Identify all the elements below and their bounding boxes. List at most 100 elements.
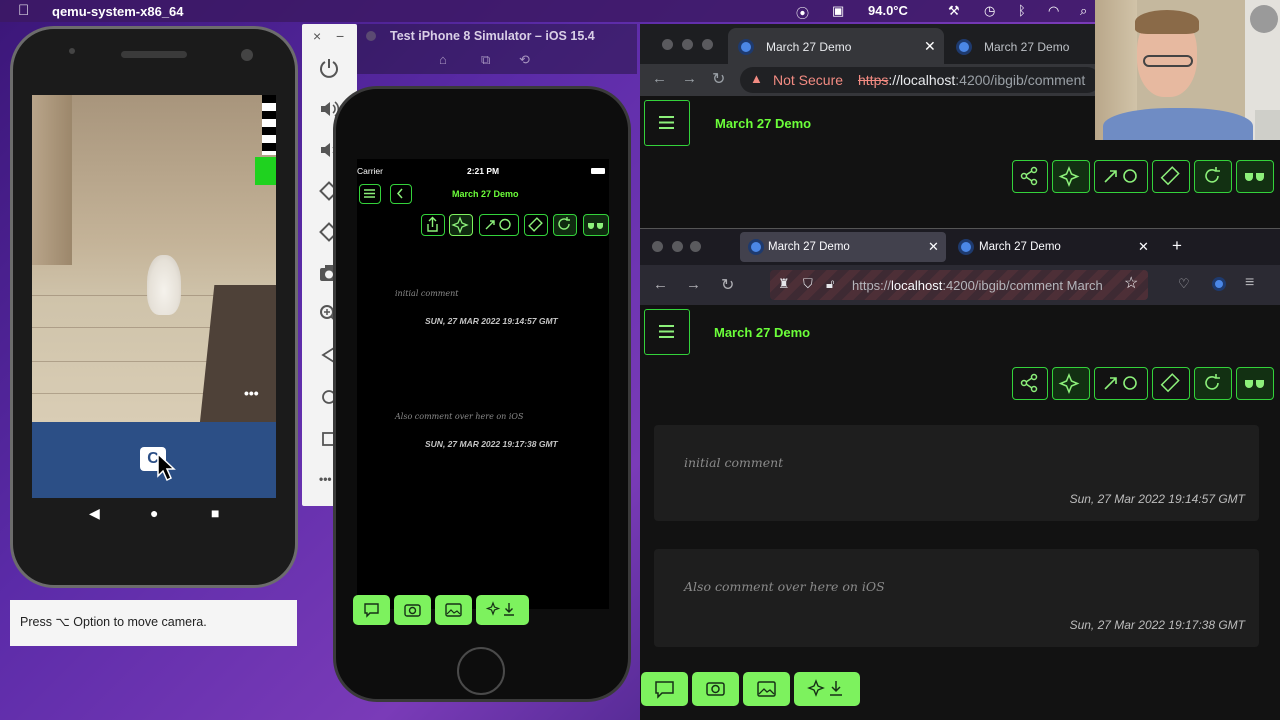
back-button[interactable] <box>390 184 412 204</box>
chrome-address-bar[interactable]: ▲ Not Secure https://localhost:4200/ibgi… <box>740 67 1100 93</box>
firefox-toolbar: ← → ↻ ♜ ⛉ 🔓︎ https://localhost:4200/ibgi… <box>640 265 1280 305</box>
app-title: March 27 Demo <box>714 325 811 340</box>
new-tab-icon[interactable]: + <box>1172 236 1182 256</box>
rug-image <box>199 285 276 425</box>
bluetooth-icon[interactable]: ᛒ <box>1018 3 1026 18</box>
reload-icon[interactable]: ↻ <box>712 69 725 89</box>
checker-pattern <box>262 95 276 155</box>
camera-hint-tooltip: Press ⌥ Option to move camera. <box>10 600 297 646</box>
refresh-button[interactable] <box>1194 367 1232 400</box>
refresh-button[interactable] <box>553 214 577 236</box>
emulator-close-button[interactable]: × <box>313 28 321 44</box>
back-nav-icon[interactable]: ◀ <box>89 505 100 522</box>
front-camera <box>241 49 253 61</box>
image-button[interactable] <box>743 672 790 706</box>
glasses-button[interactable] <box>1236 367 1274 400</box>
home-icon[interactable]: ⌂ <box>439 52 447 67</box>
green-marker <box>255 157 276 185</box>
pocket-icon[interactable]: ♡ <box>1178 276 1190 292</box>
import-button[interactable] <box>476 595 529 625</box>
image-button[interactable] <box>435 595 472 625</box>
firefox-tab[interactable]: March 27 Demo ✕ <box>950 232 1156 262</box>
favicon-icon <box>748 239 764 255</box>
comment-date: SUN, 27 MAR 2022 19:17:38 GMT <box>425 439 558 449</box>
rotate-icon[interactable]: ⟲ <box>519 52 530 68</box>
window-minimize-button[interactable] <box>672 241 683 252</box>
firefox-tab-active[interactable]: March 27 Demo ✕ <box>740 232 946 262</box>
status-icon-1[interactable]: ⦿ <box>796 3 809 22</box>
comment-date: SUN, 27 MAR 2022 19:14:57 GMT <box>425 316 558 326</box>
reload-icon[interactable]: ↻ <box>721 275 734 295</box>
sparkle-button[interactable] <box>449 214 473 236</box>
apple-menu-icon[interactable]:  <box>18 2 29 19</box>
add-comment-button[interactable] <box>641 672 688 706</box>
window-minimize-button[interactable] <box>682 39 693 50</box>
glasses-button[interactable] <box>583 214 609 236</box>
sparkle-button[interactable] <box>1052 160 1090 193</box>
back-arrow-icon[interactable]: ← <box>653 276 668 293</box>
window-close-button[interactable] <box>652 241 663 252</box>
tag-button[interactable] <box>524 214 548 236</box>
chrome-tab-active[interactable]: March 27 Demo ✕ <box>728 28 944 64</box>
app-title: March 27 Demo <box>452 189 519 199</box>
home-nav-icon[interactable]: ● <box>150 505 158 521</box>
firefox-window: March 27 Demo ✕ March 27 Demo ✕ + ← → ↻ … <box>640 228 1280 720</box>
comment-card[interactable]: initial comment Sun, 27 Mar 2022 19:14:5… <box>654 425 1259 521</box>
share-button[interactable] <box>1012 367 1048 400</box>
camera-button[interactable] <box>692 672 739 706</box>
sync-button[interactable] <box>1094 367 1148 400</box>
camera-preview-screen[interactable]: ••• C <box>32 95 276 498</box>
home-button[interactable] <box>457 647 505 695</box>
earpiece-speaker <box>121 51 187 58</box>
window-zoom-button[interactable] <box>690 241 701 252</box>
account-icon[interactable] <box>1212 277 1226 291</box>
tab-label: March 27 Demo <box>984 40 1070 54</box>
menu-button[interactable] <box>644 100 690 146</box>
sync-button[interactable] <box>479 214 519 236</box>
tab-label: March 27 Demo <box>766 40 852 54</box>
forward-arrow-icon[interactable]: → <box>682 70 697 87</box>
search-icon[interactable]: ⌕ <box>1080 3 1087 19</box>
power-icon[interactable] <box>318 57 340 79</box>
tag-button[interactable] <box>1152 160 1190 193</box>
back-arrow-icon[interactable]: ← <box>652 70 667 87</box>
window-close-button[interactable] <box>662 39 673 50</box>
menu-button[interactable] <box>644 309 690 355</box>
firefox-address-bar[interactable]: ♜ ⛉ 🔓︎ https://localhost:4200/ibgib/comm… <box>770 270 1148 300</box>
share-button[interactable] <box>1012 160 1048 193</box>
comment-card[interactable]: Also comment over here on iOS Sun, 27 Ma… <box>654 549 1259 647</box>
tools-icon[interactable]: ⚒ <box>948 3 960 19</box>
import-button[interactable] <box>794 672 860 706</box>
webcam-overlay <box>1095 0 1280 140</box>
hamburger-menu-icon[interactable]: ≡ <box>1245 274 1254 292</box>
forward-arrow-icon[interactable]: → <box>686 276 701 293</box>
tab-close-icon[interactable]: ✕ <box>928 239 939 255</box>
tab-close-icon[interactable]: ✕ <box>924 38 936 55</box>
sync-button[interactable] <box>1094 160 1148 193</box>
active-app-name[interactable]: qemu-system-x86_64 <box>52 4 184 19</box>
camera-button[interactable] <box>394 595 431 625</box>
add-comment-button[interactable] <box>353 595 390 625</box>
temperature-readout[interactable]: 94.0°C <box>868 3 908 18</box>
refresh-button[interactable] <box>1194 160 1232 193</box>
emulator-minimize-button[interactable]: − <box>336 28 344 44</box>
glasses-button[interactable] <box>1236 160 1274 193</box>
not-secure-label: Not Secure <box>773 72 844 88</box>
tab-label: March 27 Demo <box>768 241 850 253</box>
screen-icon[interactable]: ▣ <box>832 3 844 19</box>
recents-nav-icon[interactable]: ■ <box>211 505 219 521</box>
cat-image <box>147 255 181 315</box>
warning-icon: ▲ <box>750 71 763 86</box>
more-options-icon[interactable]: ••• <box>244 385 259 401</box>
bookmark-star-icon[interactable]: ☆ <box>1124 273 1138 293</box>
screenshot-icon[interactable]: ⧉ <box>481 52 490 68</box>
wifi-icon[interactable]: ◠ <box>1048 3 1059 19</box>
share-button[interactable] <box>421 214 445 236</box>
tag-button[interactable] <box>1152 367 1190 400</box>
tab-close-icon[interactable]: ✕ <box>1138 239 1149 255</box>
window-zoom-button[interactable] <box>702 39 713 50</box>
sparkle-button[interactable] <box>1052 367 1090 400</box>
menu-button[interactable] <box>359 184 381 204</box>
clock-icon[interactable]: ◷ <box>984 3 995 19</box>
extended-controls-button[interactable]: ••• <box>319 472 332 486</box>
